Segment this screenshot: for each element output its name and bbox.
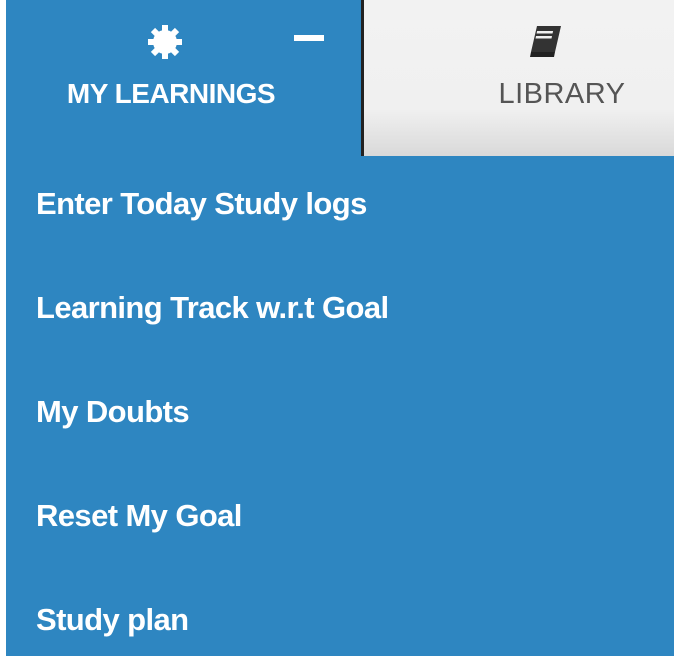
tab-my-learnings[interactable]: MY LEARNINGS: [6, 0, 361, 156]
learnings-menu: Enter Today Study logs Learning Track w.…: [6, 156, 674, 656]
menu-item-learning-track[interactable]: Learning Track w.r.t Goal: [36, 290, 389, 326]
menu-item-my-doubts[interactable]: My Doubts: [36, 394, 190, 430]
tab-library-label: LIBRARY: [498, 78, 626, 110]
menu-item-reset-goal[interactable]: Reset My Goal: [36, 498, 242, 534]
minus-icon[interactable]: [294, 35, 324, 41]
book-icon: [530, 26, 561, 57]
tab-my-learnings-label: MY LEARNINGS: [66, 78, 276, 109]
gear-icon: [148, 25, 182, 59]
menu-item-study-plan[interactable]: Study plan: [36, 602, 189, 638]
menu-item-enter-study-logs[interactable]: Enter Today Study logs: [36, 186, 367, 222]
learning-panel: MY LEARNINGS LIBRARY Enter Today Study l…: [0, 0, 674, 656]
tab-bar: MY LEARNINGS LIBRARY: [0, 0, 674, 156]
tab-library[interactable]: LIBRARY: [361, 0, 674, 156]
